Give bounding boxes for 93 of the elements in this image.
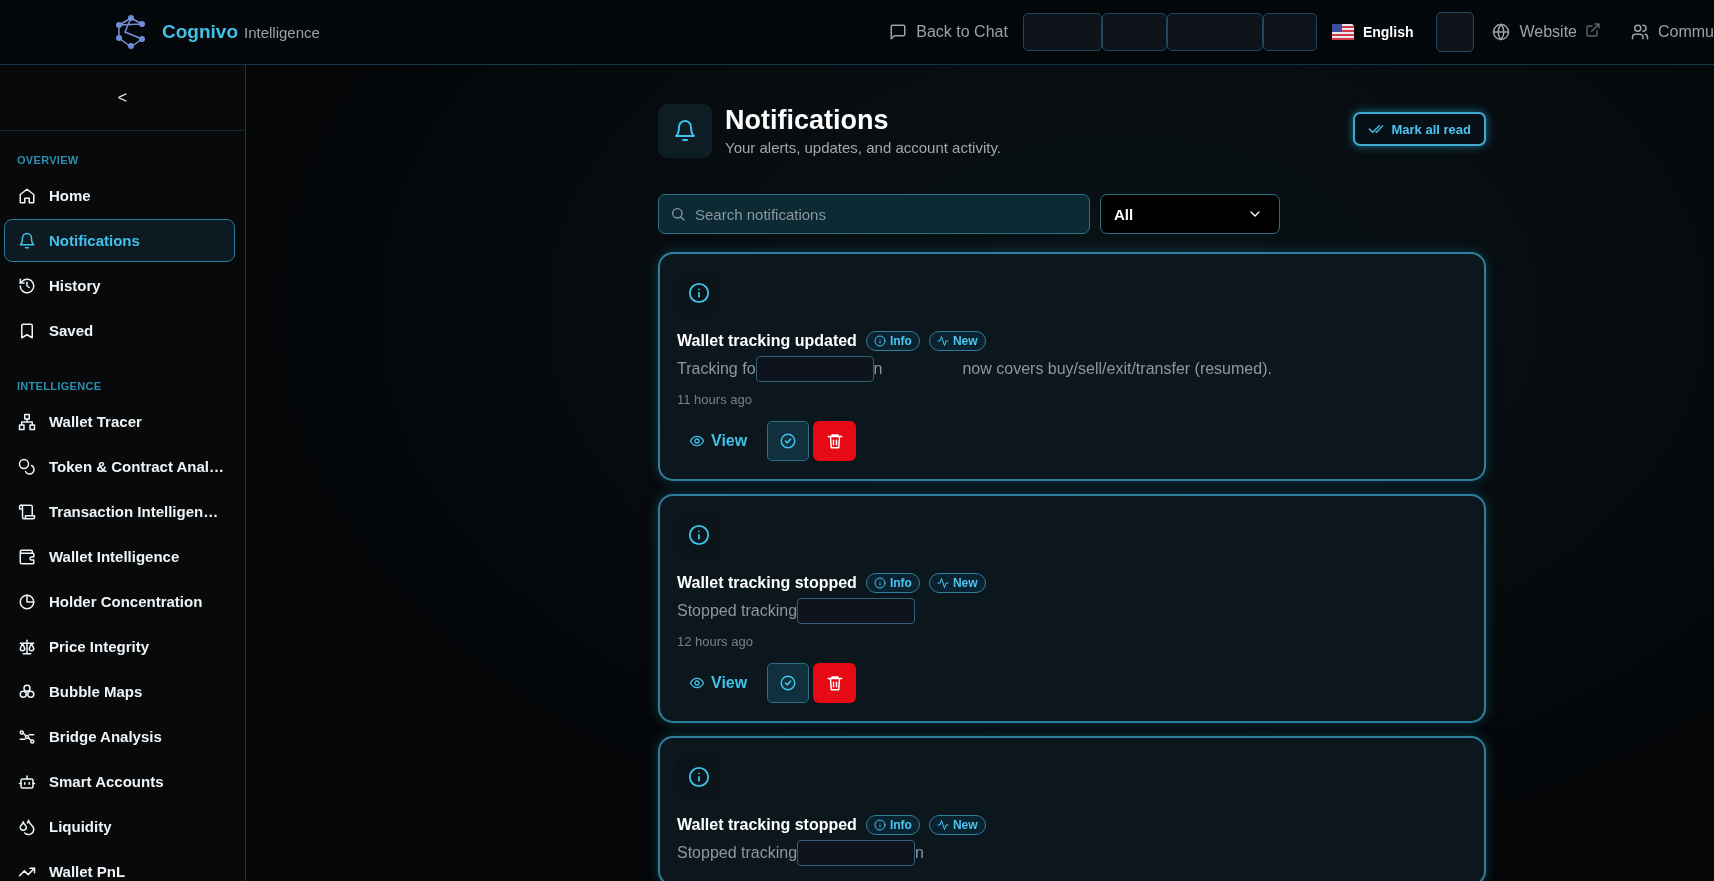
robot-icon — [18, 772, 36, 791]
sidebar-item[interactable]: Home — [4, 174, 235, 217]
trash-icon — [825, 674, 844, 692]
collapse-button[interactable]: < — [113, 84, 132, 111]
delete-button[interactable] — [813, 663, 857, 703]
notification-text: Stopped tracking — [677, 844, 798, 862]
info-icon — [873, 335, 886, 347]
view-button[interactable]: View — [677, 674, 760, 692]
globe-icon — [1492, 23, 1511, 41]
icon-button[interactable] — [1436, 12, 1475, 52]
droplets-icon — [18, 817, 36, 836]
sidebar-item[interactable]: Bubble Maps — [4, 670, 235, 713]
notification-text: n — [915, 844, 924, 862]
network-icon — [18, 412, 36, 431]
brand-subtitle: Intelligence — [244, 23, 320, 41]
info-icon — [688, 524, 710, 546]
mark-all-read-button[interactable]: Mark all read — [1352, 112, 1486, 146]
activity-icon — [936, 577, 949, 589]
sidebar-item[interactable]: Liquidity — [4, 805, 235, 848]
tag-badge: New — [928, 815, 986, 835]
mark-read-button[interactable] — [767, 663, 810, 703]
community-link[interactable]: Commu — [1631, 23, 1714, 41]
language-selector[interactable]: English — [1362, 24, 1414, 40]
sidebar-item[interactable]: Wallet Tracer — [4, 400, 235, 443]
info-icon — [688, 766, 710, 788]
check-circle-icon — [779, 674, 798, 692]
website-link[interactable]: Website — [1492, 23, 1577, 41]
bell-icon — [673, 119, 697, 143]
eye-icon — [689, 675, 705, 691]
chat-bubble-icon — [889, 23, 908, 41]
eye-icon — [689, 433, 705, 449]
sidebar-item[interactable]: Notifications — [4, 219, 235, 262]
notification-text: Stopped tracking — [677, 602, 798, 620]
tag-badge: Info — [865, 573, 920, 593]
sidebar-item[interactable]: Bridge Analysis — [4, 715, 235, 758]
delete-button[interactable] — [813, 421, 857, 461]
sidebar-item[interactable]: Holder Concentration — [4, 580, 235, 623]
notification-title: Wallet tracking stopped — [677, 816, 857, 834]
logo-icon — [114, 15, 148, 49]
tag-badge: New — [928, 573, 986, 593]
back-to-chat-link[interactable]: Back to Chat — [889, 23, 1008, 41]
trash-icon — [825, 432, 844, 450]
wallet-icon — [18, 547, 36, 566]
history-icon — [18, 276, 36, 295]
scale-icon — [18, 637, 36, 656]
activity-icon — [936, 819, 949, 831]
notification-title: Wallet tracking stopped — [677, 574, 857, 592]
tag-badge: Info — [865, 331, 920, 351]
bell-icon — [18, 231, 36, 250]
mark-read-button[interactable] — [767, 421, 810, 461]
page-title: Notifications — [725, 104, 890, 136]
info-icon — [873, 819, 886, 831]
tag-badge: New — [928, 331, 986, 351]
timestamp: 12 hours ago — [677, 634, 754, 649]
nav-button[interactable] — [1101, 13, 1167, 51]
section-heading: INTELLIGENCE — [16, 379, 103, 394]
timestamp: 11 hours ago — [677, 392, 753, 407]
nav-button[interactable] — [1022, 13, 1102, 51]
info-icon — [688, 282, 710, 304]
sidebar-item[interactable]: Transaction Intelligen… — [4, 490, 235, 533]
info-icon — [873, 577, 886, 589]
notification-text: Tracking fo — [677, 360, 756, 378]
users-icon — [1631, 23, 1649, 41]
nodes-icon — [18, 727, 36, 746]
nav-button[interactable] — [1166, 13, 1263, 51]
bubbles-icon — [18, 682, 36, 701]
sidebar-item[interactable]: Wallet Intelligence — [4, 535, 235, 578]
sidebar-item[interactable]: Saved — [4, 309, 235, 352]
filter-dropdown[interactable]: All — [1100, 194, 1280, 234]
sidebar-item[interactable]: History — [4, 264, 235, 307]
check-circle-icon — [779, 432, 798, 450]
search-field[interactable]: Search notifications — [658, 194, 1090, 234]
page-subtitle: Your alerts, updates, and account activity. — [725, 139, 1001, 156]
notification-title: Wallet tracking updated — [677, 332, 857, 350]
sidebar-item[interactable]: Smart Accounts — [4, 760, 235, 803]
pie-chart-icon — [18, 592, 36, 611]
external-link-icon — [1585, 22, 1601, 38]
activity-icon — [936, 335, 949, 347]
view-button[interactable]: View — [677, 432, 760, 450]
tag-badge: Info — [865, 815, 920, 835]
notification-text: n — [873, 360, 883, 378]
section-heading: OVERVIEW — [16, 153, 80, 168]
home-icon — [18, 186, 36, 205]
coins-icon — [18, 457, 36, 476]
sidebar-item[interactable]: Price Integrity — [4, 625, 235, 668]
nav-button[interactable] — [1262, 13, 1317, 51]
notification-text: now covers buy/sell/exit/transfer (resumed). — [962, 360, 1272, 378]
brand-name: Cognivo — [162, 21, 238, 43]
sidebar-item[interactable]: Wallet PnL — [4, 850, 235, 881]
sidebar-item[interactable]: Token & Contract Anal… — [4, 445, 235, 488]
flag-icon — [1331, 24, 1354, 40]
scroll-icon — [18, 502, 36, 521]
bookmark-icon — [18, 321, 36, 340]
